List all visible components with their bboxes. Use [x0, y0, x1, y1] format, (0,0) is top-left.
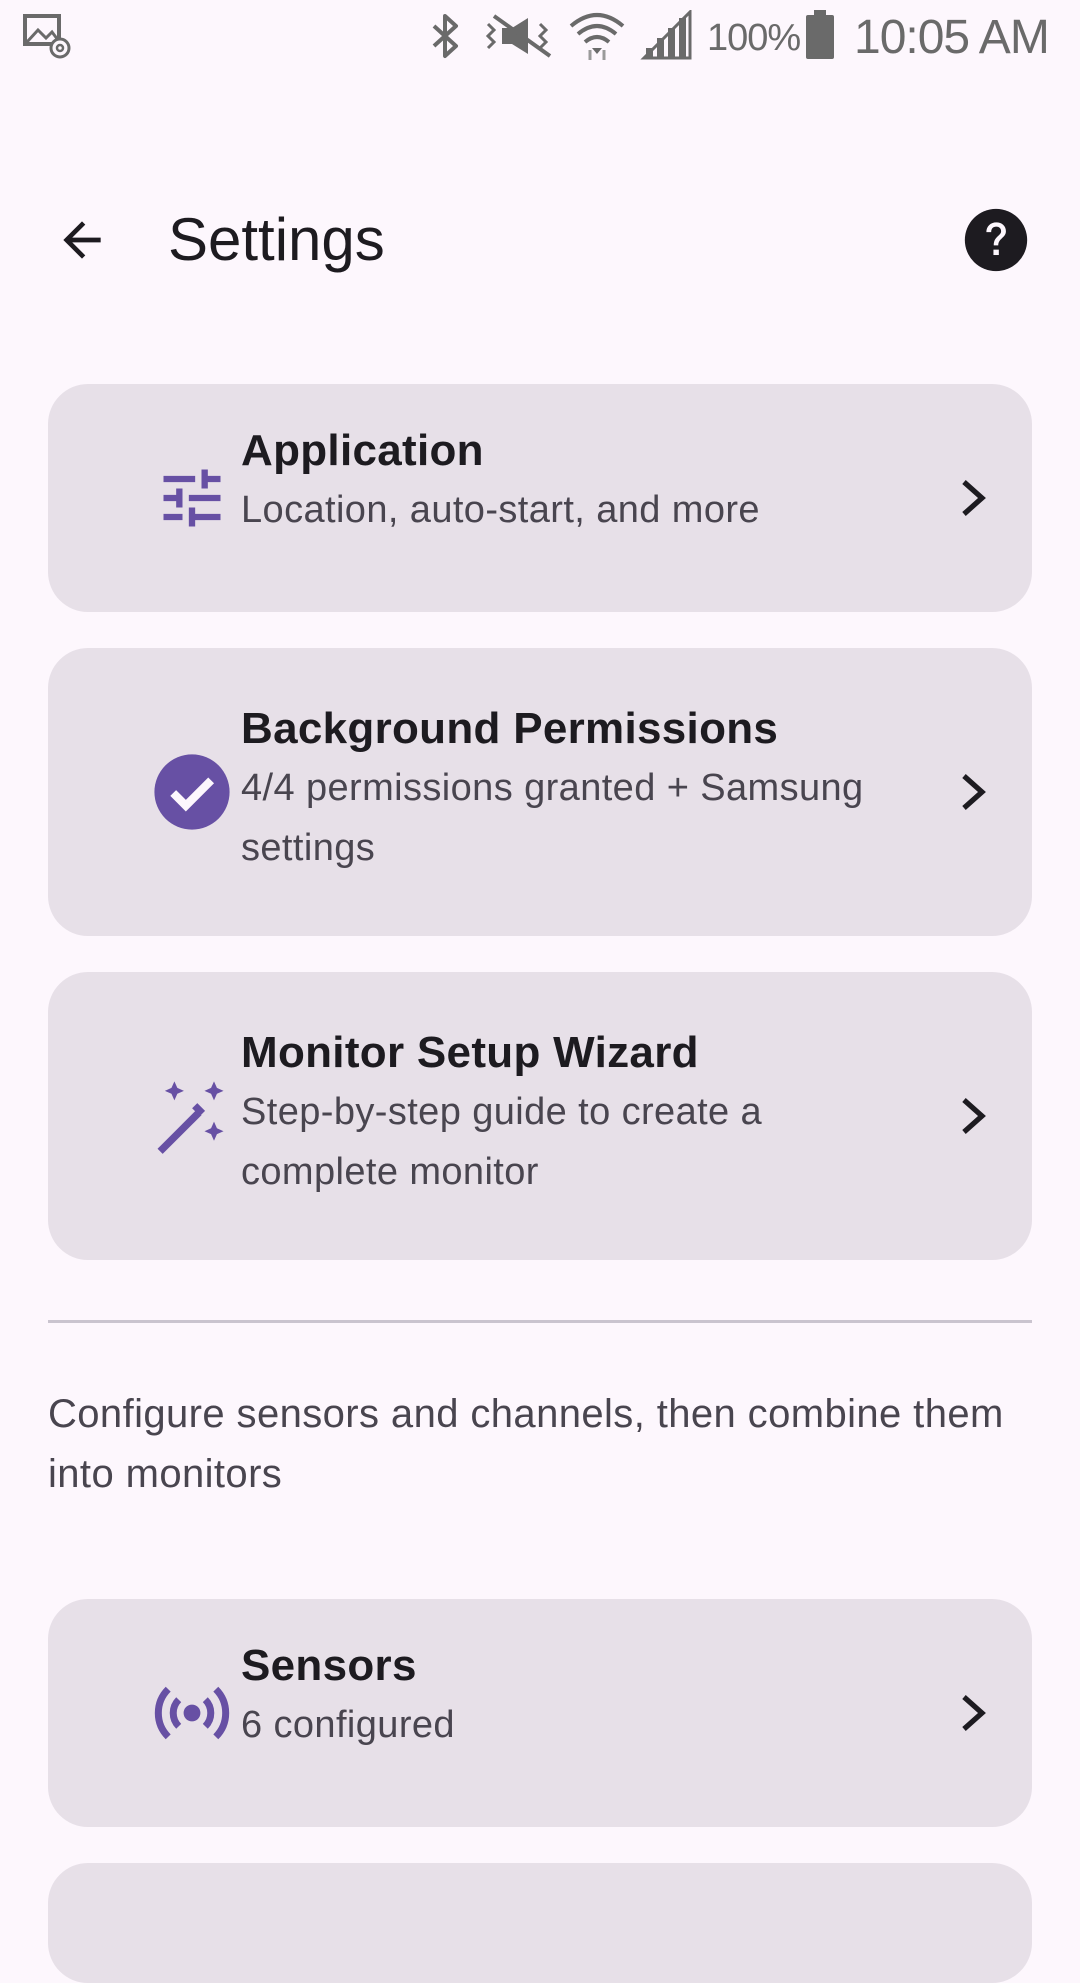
- chevron-right-icon: [956, 1092, 992, 1140]
- background-permissions-card-subtitle: 4/4 permissions granted + Samsung settin…: [241, 767, 864, 869]
- signal-icon: [640, 10, 692, 60]
- page-title: Settings: [168, 206, 385, 273]
- monitor-setup-wizard-card-text: Monitor Setup Wizard Step-by-step guide …: [241, 1024, 891, 1202]
- sensors-card-text: Sensors 6 configured: [241, 1637, 891, 1755]
- arrow-back-icon: [63, 221, 101, 259]
- chevron-right-icon: [956, 768, 992, 816]
- battery-icon: [806, 10, 834, 59]
- chevron-right-icon: [956, 1689, 992, 1737]
- sensors-card-subtitle: 6 configured: [241, 1704, 455, 1746]
- bluetooth-icon: [432, 14, 458, 58]
- sensors-card[interactable]: Sensors 6 configured: [48, 1599, 1032, 1827]
- mute-icon: [485, 14, 552, 58]
- back-button[interactable]: [34, 192, 130, 288]
- help-icon: [964, 208, 1028, 272]
- monitor-setup-wizard-card[interactable]: Monitor Setup Wizard Step-by-step guide …: [48, 972, 1032, 1260]
- sensors-icon: [144, 1665, 240, 1761]
- help-button[interactable]: [948, 192, 1044, 288]
- next-settings-card[interactable]: [48, 1863, 1032, 1983]
- notification-icon: [23, 14, 71, 59]
- background-permissions-card[interactable]: Background Permissions 4/4 permissions g…: [48, 648, 1032, 936]
- monitor-setup-wizard-card-title: Monitor Setup Wizard: [241, 1028, 699, 1077]
- status-bar: 100% 10:05 AM: [0, 0, 1080, 78]
- application-card-title: Application: [241, 426, 484, 475]
- background-permissions-card-title: Background Permissions: [241, 704, 779, 753]
- wifi-icon: [569, 13, 625, 60]
- chevron-right-icon: [956, 474, 992, 522]
- section-divider: [48, 1320, 1032, 1323]
- check-circle-icon: [144, 744, 240, 840]
- battery-percent: 100%: [707, 17, 801, 59]
- application-card[interactable]: Application Location, auto-start, and mo…: [48, 384, 1032, 612]
- tune-icon: [144, 450, 240, 546]
- application-card-text: Application Location, auto-start, and mo…: [241, 422, 891, 540]
- section-description: Configure sensors and channels, then com…: [48, 1392, 1004, 1496]
- sensors-card-title: Sensors: [241, 1641, 417, 1690]
- clock: 10:05 AM: [854, 11, 1050, 64]
- magic-wand-icon: [144, 1070, 240, 1166]
- application-card-subtitle: Location, auto-start, and more: [241, 489, 760, 531]
- top-app-bar: Settings: [0, 180, 1080, 300]
- monitor-setup-wizard-card-subtitle: Step-by-step guide to create a complete …: [241, 1091, 763, 1193]
- background-permissions-card-text: Background Permissions 4/4 permissions g…: [241, 700, 891, 878]
